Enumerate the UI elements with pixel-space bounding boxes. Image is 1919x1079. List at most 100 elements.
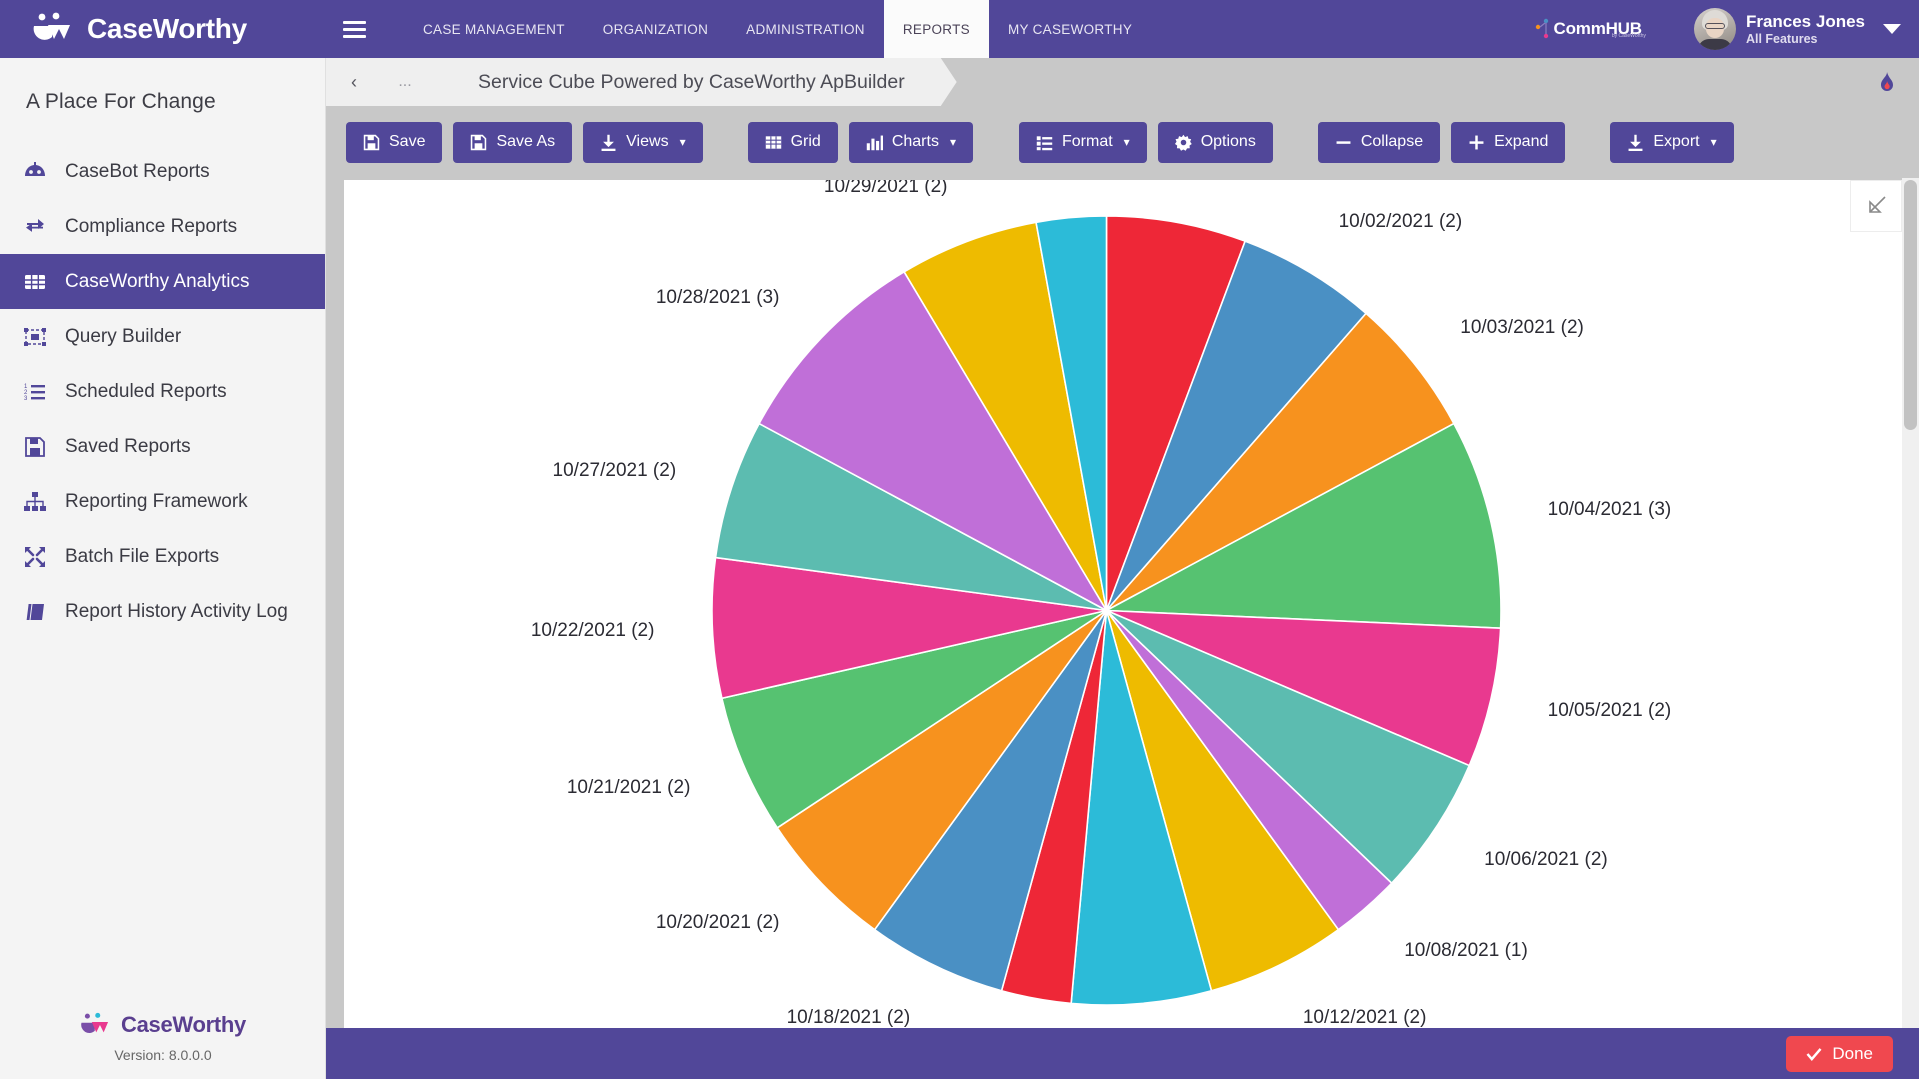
- pie-slice-label: 10/21/2021 (2): [566, 777, 691, 799]
- collapse-button[interactable]: Collapse: [1317, 121, 1441, 163]
- sidebar-item-label: CaseWorthy Analytics: [65, 270, 250, 292]
- sidebar-item-caseworthy-analytics[interactable]: CaseWorthy Analytics: [0, 254, 325, 309]
- brand-name: CaseWorthy: [87, 13, 247, 44]
- sidebar-item-label: Saved Reports: [65, 435, 191, 457]
- save-as-icon: [470, 134, 487, 151]
- sitemap-icon: [23, 490, 47, 514]
- sidebar-menu: CaseBot Reports Compliance Reports CaseW…: [0, 144, 325, 639]
- nav-case-management[interactable]: CASE MANAGEMENT: [404, 0, 584, 58]
- book-icon: [23, 600, 47, 624]
- sidebar-item-compliance-reports[interactable]: Compliance Reports: [0, 199, 325, 254]
- hamburger-icon[interactable]: [326, 20, 382, 38]
- export-button-label: Export: [1653, 133, 1700, 150]
- pie-slice-label: 10/04/2021 (3): [1547, 498, 1672, 520]
- pie-slice-label: 10/18/2021 (2): [786, 1007, 911, 1029]
- sidebar-item-saved-reports[interactable]: Saved Reports: [0, 419, 325, 474]
- pie-slice-label: 10/27/2021 (2): [552, 459, 677, 481]
- user-name: Frances Jones: [1745, 12, 1865, 32]
- save-as-button[interactable]: Save As: [453, 121, 573, 163]
- save-icon: [23, 435, 47, 459]
- sidebar-footer: CaseWorthy Version: 8.0.0.0: [0, 1012, 326, 1079]
- sidebar-item-query-builder[interactable]: Query Builder: [0, 309, 325, 364]
- pie-slice-label: 10/29/2021 (2): [823, 180, 948, 197]
- grid-button-label: Grid: [790, 133, 821, 150]
- flame-icon[interactable]: [1879, 72, 1895, 92]
- nav-reports[interactable]: REPORTS: [883, 0, 989, 58]
- chevron-down-icon: ▾: [1710, 135, 1717, 149]
- nav-my-caseworthy[interactable]: MY CASEWORTHY: [989, 0, 1151, 58]
- pie-slice-label: 10/02/2021 (2): [1338, 211, 1463, 233]
- breadcrumb-current-page[interactable]: Service Cube Powered by CaseWorthy ApBui…: [426, 58, 957, 106]
- version-label: Version: 8.0.0.0: [114, 1047, 212, 1063]
- avatar[interactable]: [1693, 8, 1736, 50]
- vertical-scrollbar[interactable]: [1902, 178, 1919, 1028]
- chevron-down-icon: ▾: [949, 135, 956, 149]
- exchange-icon: [23, 215, 47, 239]
- check-icon: [1806, 1046, 1822, 1062]
- views-button[interactable]: Views ▾: [583, 121, 703, 163]
- minus-icon: [1335, 134, 1352, 151]
- chart-panel: 10/01/2021 (2)10/02/2021 (2)10/03/2021 (…: [344, 180, 1902, 1036]
- export-button[interactable]: Export ▾: [1610, 121, 1734, 163]
- gear-icon: [1174, 134, 1192, 151]
- plus-icon: [1468, 134, 1485, 151]
- charts-button[interactable]: Charts ▾: [848, 121, 973, 163]
- chevron-down-icon: ▾: [679, 135, 686, 149]
- chevron-down-icon[interactable]: [1883, 24, 1901, 34]
- options-button[interactable]: Options: [1157, 121, 1273, 163]
- commhub-logo[interactable]: CommHUB by CaseWorthy: [1534, 17, 1676, 41]
- pie-slice-label: 10/28/2021 (3): [655, 286, 780, 308]
- table-icon: [23, 270, 47, 294]
- pie-slice-label: 10/12/2021 (2): [1302, 1007, 1427, 1029]
- pie-slice-label: 10/20/2021 (2): [655, 912, 780, 934]
- sidebar-item-label: Reporting Framework: [65, 490, 248, 512]
- pie-slices[interactable]: [712, 216, 1501, 1005]
- commhub-mark-icon: [1535, 18, 1548, 39]
- sidebar-item-batch-file-exports[interactable]: Batch File Exports: [0, 529, 325, 584]
- expand-button[interactable]: Expand: [1451, 121, 1566, 163]
- download-icon: [1627, 134, 1644, 151]
- sidebar-item-casebot-reports[interactable]: CaseBot Reports: [0, 144, 325, 199]
- pie-chart: 10/01/2021 (2)10/02/2021 (2)10/03/2021 (…: [344, 180, 1902, 1036]
- nav-administration[interactable]: ADMINISTRATION: [727, 0, 884, 58]
- app-root: CaseWorthy CASE MANAGEMENT ORGANIZATION …: [0, 0, 1919, 1079]
- sidebar-item-report-history-activity-log[interactable]: Report History Activity Log: [0, 584, 325, 639]
- grid-button[interactable]: Grid: [747, 121, 838, 163]
- chart-resize-handle[interactable]: [1850, 180, 1902, 232]
- user-info[interactable]: Frances Jones All Features: [1746, 12, 1865, 46]
- format-list-icon: [1036, 134, 1053, 151]
- top-navigation-bar: CaseWorthy CASE MANAGEMENT ORGANIZATION …: [0, 0, 1919, 58]
- user-role: All Features: [1745, 31, 1818, 46]
- sidebar-item-label: Query Builder: [65, 325, 182, 347]
- query-icon: [23, 325, 47, 349]
- sidebar-item-label: Report History Activity Log: [65, 600, 288, 622]
- sidebar-item-label: Compliance Reports: [65, 215, 238, 237]
- expand-arrows-icon: [23, 545, 47, 569]
- pie-slice-label: 10/03/2021 (2): [1460, 317, 1584, 339]
- collapse-button-label: Collapse: [1360, 133, 1424, 150]
- expand-button-label: Expand: [1494, 133, 1549, 150]
- sidebar-item-scheduled-reports[interactable]: 123 Scheduled Reports: [0, 364, 325, 419]
- save-button[interactable]: Save: [346, 121, 443, 163]
- save-icon: [363, 134, 380, 151]
- brand-logo-area[interactable]: CaseWorthy: [0, 0, 326, 58]
- organization-title: A Place For Change: [26, 90, 216, 113]
- svg-text:3: 3: [24, 396, 28, 402]
- save-button-label: Save: [389, 133, 426, 150]
- save-as-button-label: Save As: [496, 133, 556, 150]
- done-button-label: Done: [1832, 1043, 1873, 1063]
- scrollbar-thumb[interactable]: [1904, 180, 1917, 430]
- download-icon: [600, 134, 617, 151]
- footer-brand-name: CaseWorthy: [121, 1012, 246, 1037]
- done-button[interactable]: Done: [1786, 1035, 1893, 1072]
- sidebar-item-reporting-framework[interactable]: Reporting Framework: [0, 474, 325, 529]
- format-button[interactable]: Format ▾: [1018, 121, 1147, 163]
- sidebar: A Place For Change CaseBot Reports Compl…: [0, 58, 326, 1079]
- nav-organization[interactable]: ORGANIZATION: [584, 0, 727, 58]
- commhub-sublabel: by CaseWorthy: [1611, 33, 1646, 39]
- caseworthy-footer-logo-icon: [80, 1012, 114, 1038]
- caseworthy-logo-icon: [32, 12, 78, 46]
- report-toolbar: Save Save As Views ▾ Grid Charts ▾ Forma…: [326, 106, 1919, 178]
- pie-slice-label: 10/05/2021 (2): [1547, 700, 1672, 722]
- bottom-action-bar: Done: [326, 1028, 1919, 1079]
